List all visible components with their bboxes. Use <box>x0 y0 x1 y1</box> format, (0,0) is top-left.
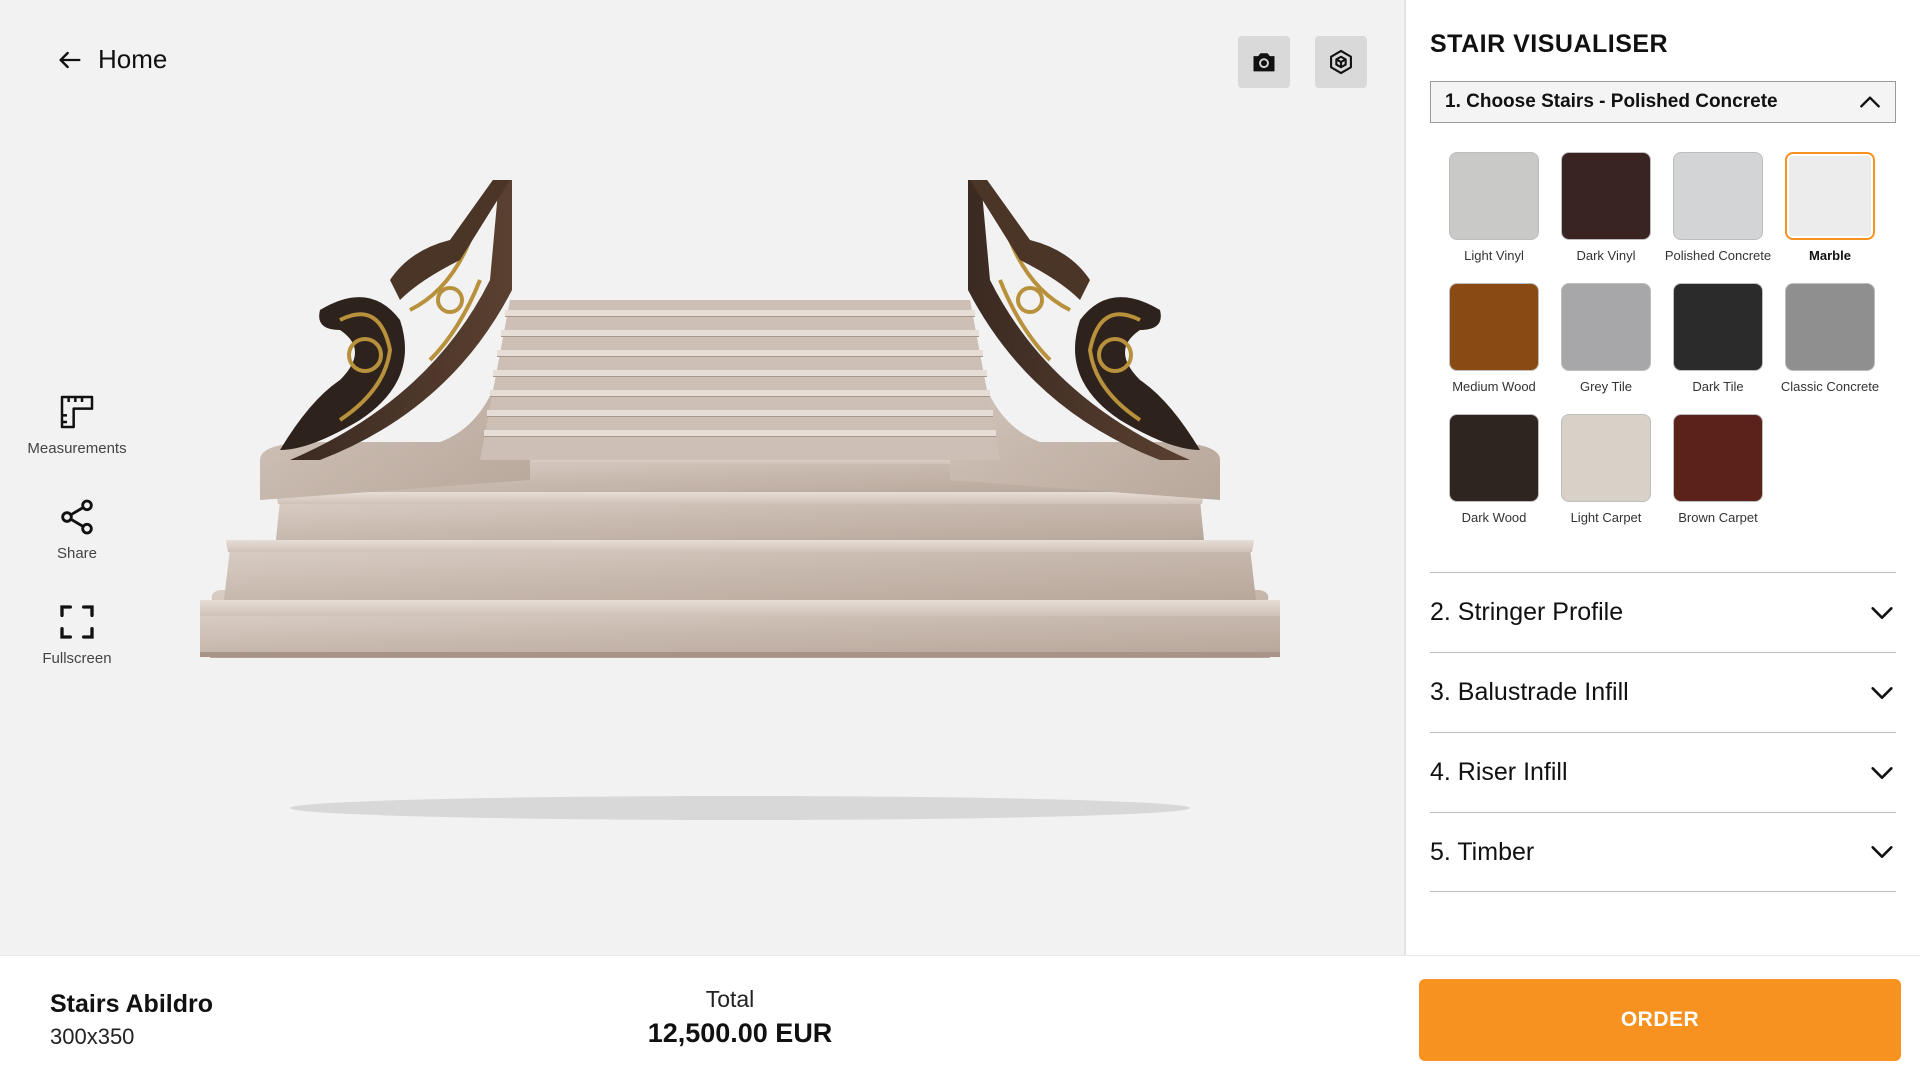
swatch-chip <box>1449 414 1539 502</box>
ar-view-button[interactable] <box>1315 36 1367 88</box>
arrow-left-icon <box>59 51 81 68</box>
swatch-dark-tile[interactable]: Dark Tile <box>1662 283 1774 394</box>
section-label: 4. Riser Infill <box>1430 758 1568 786</box>
stair-visualiser-app: Home Measurements Share Fullscreen STAIR… <box>0 0 1920 1080</box>
staircase-render <box>170 170 1310 820</box>
total-label: Total <box>705 986 755 1012</box>
swatch-classic-concrete[interactable]: Classic Concrete <box>1774 283 1886 394</box>
swatch-chip <box>1673 152 1763 240</box>
product-size: 300x350 <box>50 1024 135 1049</box>
configuration-panel: STAIR VISUALISER 1. Choose Stairs - Poli… <box>1404 0 1920 955</box>
swatch-chip <box>1561 414 1651 502</box>
swatch-label: Dark Wood <box>1461 510 1527 525</box>
fullscreen-label: Fullscreen <box>42 650 112 667</box>
order-footer: Stairs Abildro 300x350 Total 12,500.00 E… <box>0 955 1920 1080</box>
camera-button[interactable] <box>1238 36 1290 88</box>
chevron-down-icon <box>1871 606 1893 619</box>
product-name: Stairs Abildro <box>50 990 213 1018</box>
swatch-medium-wood[interactable]: Medium Wood <box>1438 283 1550 394</box>
swatch-marble[interactable]: Marble <box>1774 152 1886 263</box>
panel-title: STAIR VISUALISER <box>1430 30 1669 58</box>
camera-icon <box>1253 53 1275 72</box>
swatch-chip <box>1561 283 1651 371</box>
section-balustrade-infill[interactable]: 3. Balustrade Infill <box>1430 652 1896 732</box>
swatch-chip <box>1785 283 1875 371</box>
share-button[interactable]: Share <box>18 497 136 562</box>
side-toolbar: Measurements Share Fullscreen <box>18 392 136 707</box>
section-stringer-profile[interactable]: 2. Stringer Profile <box>1430 572 1896 652</box>
measurements-button[interactable]: Measurements <box>18 392 136 457</box>
swatch-label: Light Vinyl <box>1464 248 1524 263</box>
fullscreen-button[interactable]: Fullscreen <box>18 602 136 667</box>
swatch-label: Grey Tile <box>1579 379 1632 394</box>
swatch-label: Medium Wood <box>1452 379 1536 394</box>
home-label: Home <box>98 44 168 74</box>
3d-viewport[interactable]: Home Measurements Share Fullscreen <box>0 0 1404 955</box>
ar-cube-icon <box>1330 49 1352 75</box>
swatch-light-vinyl[interactable]: Light Vinyl <box>1438 152 1550 263</box>
chevron-up-icon <box>1860 96 1880 108</box>
swatch-label: Dark Vinyl <box>1576 248 1636 263</box>
swatch-light-carpet[interactable]: Light Carpet <box>1550 414 1662 525</box>
section-label: 5. Timber <box>1430 837 1535 866</box>
swatch-grey-tile[interactable]: Grey Tile <box>1550 283 1662 394</box>
total-price: 12,500.00 EUR <box>647 1018 833 1048</box>
chevron-down-icon <box>1871 846 1893 858</box>
swatch-chip <box>1785 152 1875 240</box>
section-timber[interactable]: 5. Timber <box>1430 812 1896 892</box>
swatch-label: Classic Concrete <box>1780 379 1880 394</box>
swatch-label: Marble <box>1809 248 1851 263</box>
measurements-label: Measurements <box>27 440 127 457</box>
swatch-dark-wood[interactable]: Dark Wood <box>1438 414 1550 525</box>
ruler-icon <box>60 395 94 429</box>
order-button[interactable]: ORDER <box>1419 979 1901 1061</box>
share-icon <box>61 499 93 535</box>
section-riser-infill[interactable]: 4. Riser Infill <box>1430 732 1896 812</box>
chevron-down-icon <box>1871 686 1893 699</box>
staircase-model[interactable] <box>170 170 1310 820</box>
material-swatch-grid: Light Vinyl Dark Vinyl Polished Concrete… <box>1438 152 1898 525</box>
choose-stairs-dropdown[interactable]: 1. Choose Stairs - Polished Concrete <box>1430 81 1896 123</box>
share-label: Share <box>56 545 98 562</box>
swatch-brown-carpet[interactable]: Brown Carpet <box>1662 414 1774 525</box>
swatch-chip <box>1449 283 1539 371</box>
swatch-chip <box>1673 283 1763 371</box>
section-label: 2. Stringer Profile <box>1430 598 1624 626</box>
fullscreen-icon <box>60 605 94 639</box>
swatch-dark-vinyl[interactable]: Dark Vinyl <box>1550 152 1662 263</box>
config-sections: 2. Stringer Profile 3. Balustrade Infill… <box>1430 572 1896 892</box>
swatch-chip <box>1561 152 1651 240</box>
swatch-label: Polished Concrete <box>1664 248 1772 263</box>
swatch-polished-concrete[interactable]: Polished Concrete <box>1662 152 1774 263</box>
section-label: 3. Balustrade Infill <box>1430 678 1629 706</box>
swatch-label: Brown Carpet <box>1678 510 1758 525</box>
swatch-label: Light Carpet <box>1570 510 1642 525</box>
swatch-chip <box>1673 414 1763 502</box>
home-link[interactable]: Home <box>56 44 167 75</box>
swatch-chip <box>1449 152 1539 240</box>
swatch-label: Dark Tile <box>1692 379 1744 394</box>
choose-stairs-label: 1. Choose Stairs - Polished Concrete <box>1445 91 1778 112</box>
chevron-down-icon <box>1871 766 1893 779</box>
